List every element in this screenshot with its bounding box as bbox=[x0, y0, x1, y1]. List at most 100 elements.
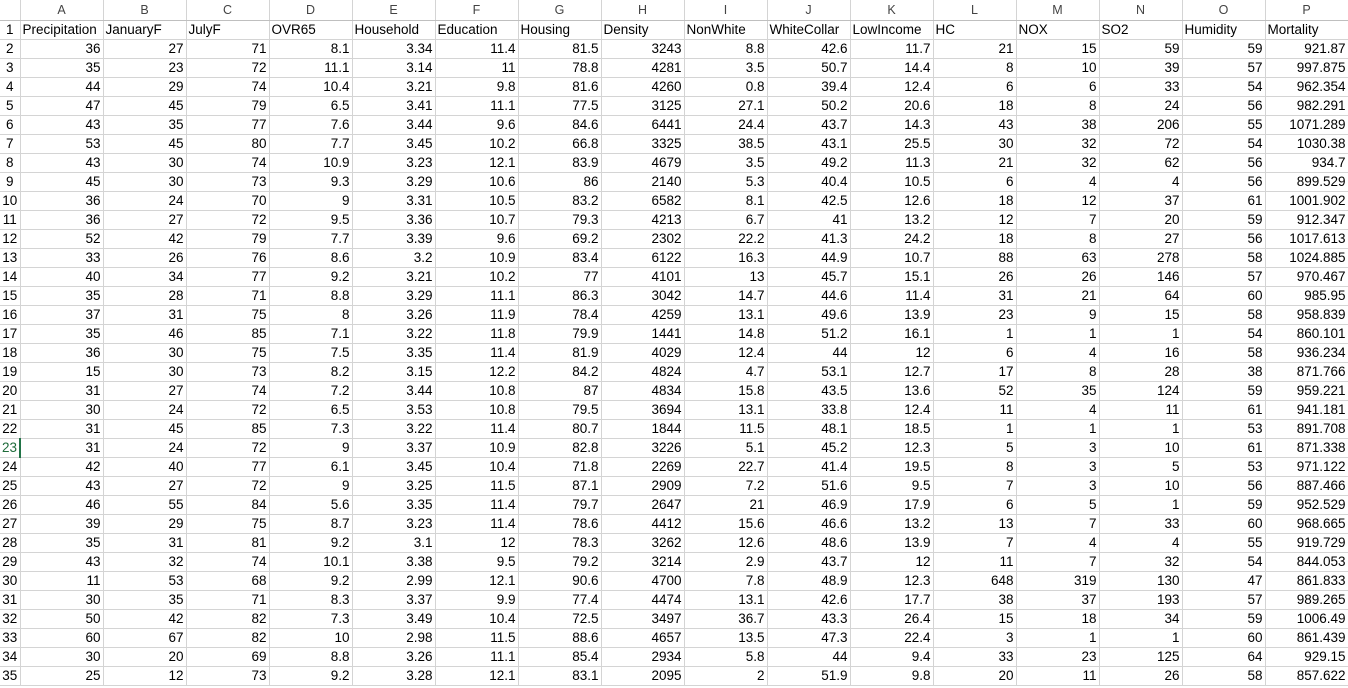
cell[interactable]: 10.1 bbox=[269, 552, 353, 572]
cell[interactable]: 1 bbox=[933, 324, 1017, 344]
cell[interactable]: 12.1 bbox=[435, 666, 519, 686]
cell[interactable]: 9.6 bbox=[435, 229, 519, 249]
row-header-19[interactable]: 19 bbox=[0, 362, 21, 382]
cell[interactable]: 5.8 bbox=[684, 647, 768, 667]
cell[interactable]: 7.2 bbox=[684, 476, 768, 496]
cell[interactable]: 20 bbox=[1099, 210, 1183, 230]
cell[interactable]: 8.1 bbox=[269, 39, 353, 59]
cell[interactable]: 4824 bbox=[601, 362, 685, 382]
cell[interactable]: 26 bbox=[1099, 666, 1183, 686]
row-header-16[interactable]: 16 bbox=[0, 305, 21, 325]
cell[interactable]: 1 bbox=[1016, 324, 1100, 344]
cell[interactable]: 77.4 bbox=[518, 590, 602, 610]
cell[interactable]: 36.7 bbox=[684, 609, 768, 629]
cell[interactable]: 51.2 bbox=[767, 324, 851, 344]
cell[interactable]: 4679 bbox=[601, 153, 685, 173]
cell[interactable]: 53 bbox=[1182, 457, 1266, 477]
cell[interactable]: 36 bbox=[20, 210, 104, 230]
cell[interactable]: 11.1 bbox=[435, 647, 519, 667]
cell[interactable]: 74 bbox=[186, 381, 270, 401]
column-header-k[interactable]: K bbox=[850, 0, 934, 21]
cell[interactable]: 871.766 bbox=[1265, 362, 1348, 382]
cell[interactable]: 87 bbox=[518, 381, 602, 401]
row-header-33[interactable]: 33 bbox=[0, 628, 21, 648]
cell[interactable]: 4281 bbox=[601, 58, 685, 78]
column-header-i[interactable]: I bbox=[684, 0, 768, 21]
cell[interactable]: 20 bbox=[933, 666, 1017, 686]
cell[interactable]: 53.1 bbox=[767, 362, 851, 382]
cell[interactable]: 2269 bbox=[601, 457, 685, 477]
cell[interactable]: 50 bbox=[20, 609, 104, 629]
row-header-8[interactable]: 8 bbox=[0, 153, 21, 173]
row-header-26[interactable]: 26 bbox=[0, 495, 21, 515]
cell[interactable]: 24 bbox=[1099, 96, 1183, 116]
cell[interactable]: 69.2 bbox=[518, 229, 602, 249]
cell[interactable]: 3.22 bbox=[352, 324, 436, 344]
cell[interactable]: 45 bbox=[103, 96, 187, 116]
cell[interactable]: 1 bbox=[1099, 628, 1183, 648]
cell[interactable]: 10.4 bbox=[435, 609, 519, 629]
cell[interactable]: 8 bbox=[933, 58, 1017, 78]
cell[interactable]: 59 bbox=[1182, 39, 1266, 59]
cell[interactable]: 43.1 bbox=[767, 134, 851, 154]
cell[interactable]: 44.9 bbox=[767, 248, 851, 268]
cell[interactable]: 58 bbox=[1182, 666, 1266, 686]
cell[interactable]: 79.3 bbox=[518, 210, 602, 230]
cell[interactable]: 4 bbox=[1016, 400, 1100, 420]
cell[interactable]: 25.5 bbox=[850, 134, 934, 154]
cell[interactable]: 11.8 bbox=[435, 324, 519, 344]
cell[interactable]: 10.7 bbox=[850, 248, 934, 268]
cell[interactable]: 13.1 bbox=[684, 305, 768, 325]
cell[interactable]: 1001.902 bbox=[1265, 191, 1348, 211]
cell[interactable]: 72 bbox=[1099, 134, 1183, 154]
cell[interactable]: 24 bbox=[103, 400, 187, 420]
cell[interactable]: 88 bbox=[933, 248, 1017, 268]
cell[interactable]: 887.466 bbox=[1265, 476, 1348, 496]
cell[interactable]: 24 bbox=[103, 191, 187, 211]
cell[interactable]: 58 bbox=[1182, 343, 1266, 363]
column-header-m[interactable]: M bbox=[1016, 0, 1100, 21]
cell[interactable]: 11.4 bbox=[435, 39, 519, 59]
cell[interactable]: 75 bbox=[186, 343, 270, 363]
cell[interactable]: 38 bbox=[1182, 362, 1266, 382]
cell[interactable]: 23 bbox=[1016, 647, 1100, 667]
cell[interactable]: 31 bbox=[20, 381, 104, 401]
cell[interactable]: 35 bbox=[103, 590, 187, 610]
cell[interactable]: 971.122 bbox=[1265, 457, 1348, 477]
header-cell-whitecollar[interactable]: WhiteCollar bbox=[767, 20, 851, 40]
cell[interactable]: 9 bbox=[269, 191, 353, 211]
cell[interactable]: 42 bbox=[103, 229, 187, 249]
cell[interactable]: 18 bbox=[1016, 609, 1100, 629]
cell[interactable]: 15 bbox=[20, 362, 104, 382]
cell[interactable]: 14.7 bbox=[684, 286, 768, 306]
row-header-22[interactable]: 22 bbox=[0, 419, 21, 439]
cell[interactable]: 11 bbox=[1099, 400, 1183, 420]
cell[interactable]: 43 bbox=[20, 153, 104, 173]
cell[interactable]: 12 bbox=[435, 533, 519, 553]
cell[interactable]: 12.3 bbox=[850, 571, 934, 591]
cell[interactable]: 13.5 bbox=[684, 628, 768, 648]
cell[interactable]: 8 bbox=[1016, 362, 1100, 382]
cell[interactable]: 982.291 bbox=[1265, 96, 1348, 116]
cell[interactable]: 53 bbox=[103, 571, 187, 591]
cell[interactable]: 4412 bbox=[601, 514, 685, 534]
cell[interactable]: 43 bbox=[20, 552, 104, 572]
cell[interactable]: 11.5 bbox=[435, 628, 519, 648]
row-header-15[interactable]: 15 bbox=[0, 286, 21, 306]
cell[interactable]: 54 bbox=[1182, 324, 1266, 344]
cell[interactable]: 26 bbox=[103, 248, 187, 268]
cell[interactable]: 997.875 bbox=[1265, 58, 1348, 78]
cell[interactable]: 60 bbox=[1182, 286, 1266, 306]
cell[interactable]: 57 bbox=[1182, 58, 1266, 78]
cell[interactable]: 13 bbox=[684, 267, 768, 287]
cell[interactable]: 3.31 bbox=[352, 191, 436, 211]
cell[interactable]: 9.2 bbox=[269, 571, 353, 591]
column-header-b[interactable]: B bbox=[103, 0, 187, 21]
header-cell-humidity[interactable]: Humidity bbox=[1182, 20, 1266, 40]
cell[interactable]: 34 bbox=[1099, 609, 1183, 629]
cell[interactable]: 54 bbox=[1182, 77, 1266, 97]
cell[interactable]: 1017.613 bbox=[1265, 229, 1348, 249]
cell[interactable]: 1 bbox=[1099, 419, 1183, 439]
cell[interactable]: 56 bbox=[1182, 476, 1266, 496]
cell[interactable]: 47 bbox=[20, 96, 104, 116]
